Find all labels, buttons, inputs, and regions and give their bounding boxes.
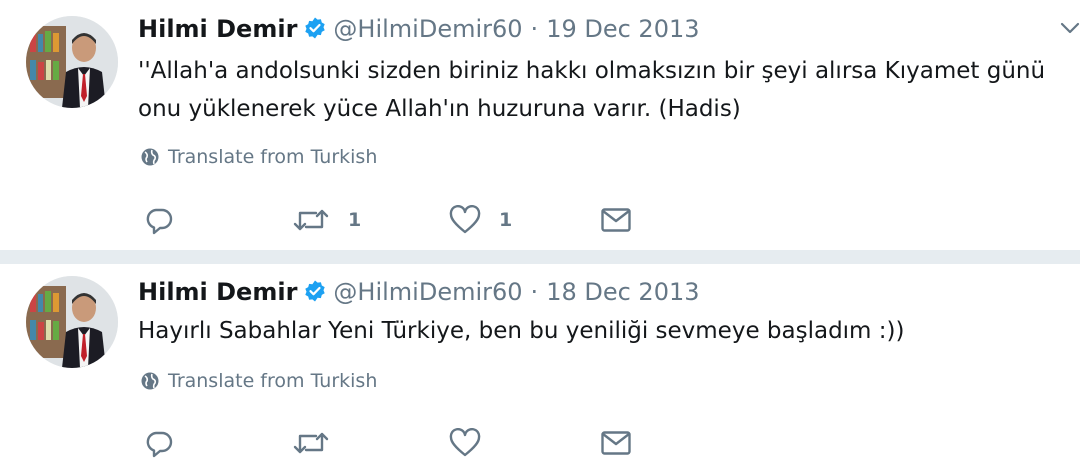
direct-message-button[interactable] [600, 205, 632, 235]
tweet-header: Hilmi Demir @HilmiDemir60 · 18 Dec 2013 [138, 278, 700, 309]
retweet-button[interactable] [292, 428, 348, 458]
direct-message-button[interactable] [600, 428, 632, 458]
tweet[interactable]: Hilmi Demir @HilmiDemir60 · 19 Dec 2013 ''A… [0, 0, 1080, 250]
tweet-date[interactable]: 18 Dec 2013 [546, 278, 699, 306]
tweet-text: Hayırlı Sabahlar Yeni Türkiye, ben bu ye… [138, 318, 905, 344]
like-button[interactable]: 1 [449, 205, 512, 235]
reply-button[interactable] [144, 205, 174, 235]
globe-icon [141, 148, 159, 166]
tweet-text: ''Allah'a andolsunki sizden biriniz hakk… [138, 58, 1046, 122]
translate-label: Translate from Turkish [168, 146, 378, 168]
timeline-divider [0, 250, 1080, 264]
retweet-icon [293, 209, 329, 231]
verified-badge-icon [303, 16, 327, 46]
avatar[interactable] [26, 276, 118, 368]
globe-icon [141, 372, 159, 390]
message-icon [601, 208, 631, 232]
message-icon [601, 431, 631, 455]
translate-link[interactable]: Translate from Turkish [140, 146, 377, 168]
like-button[interactable] [449, 428, 499, 458]
reply-icon [146, 431, 173, 458]
reply-icon [146, 208, 173, 235]
tweet-date[interactable]: 19 Dec 2013 [546, 15, 699, 43]
avatar[interactable] [26, 16, 118, 108]
chevron-down-icon[interactable] [1060, 18, 1080, 38]
translate-link[interactable]: Translate from Turkish [140, 370, 377, 392]
display-name[interactable]: Hilmi Demir [138, 15, 297, 43]
display-name[interactable]: Hilmi Demir [138, 278, 297, 306]
separator-dot: · [530, 15, 539, 43]
tweet-header: Hilmi Demir @HilmiDemir60 · 19 Dec 2013 [138, 15, 700, 46]
verified-badge-icon [303, 279, 327, 309]
reply-button[interactable] [144, 428, 174, 458]
retweet-icon [293, 432, 329, 454]
username-handle[interactable]: @HilmiDemir60 [333, 15, 522, 43]
tweet[interactable]: Hilmi Demir @HilmiDemir60 · 18 Dec 2013 Hay… [0, 264, 1080, 476]
separator-dot: · [530, 278, 539, 306]
retweet-button[interactable]: 1 [292, 205, 361, 235]
retweet-count: 1 [348, 209, 362, 231]
like-count: 1 [499, 209, 513, 231]
like-icon [449, 428, 481, 457]
like-icon [449, 205, 481, 234]
translate-label: Translate from Turkish [168, 370, 378, 392]
username-handle[interactable]: @HilmiDemir60 [333, 278, 522, 306]
